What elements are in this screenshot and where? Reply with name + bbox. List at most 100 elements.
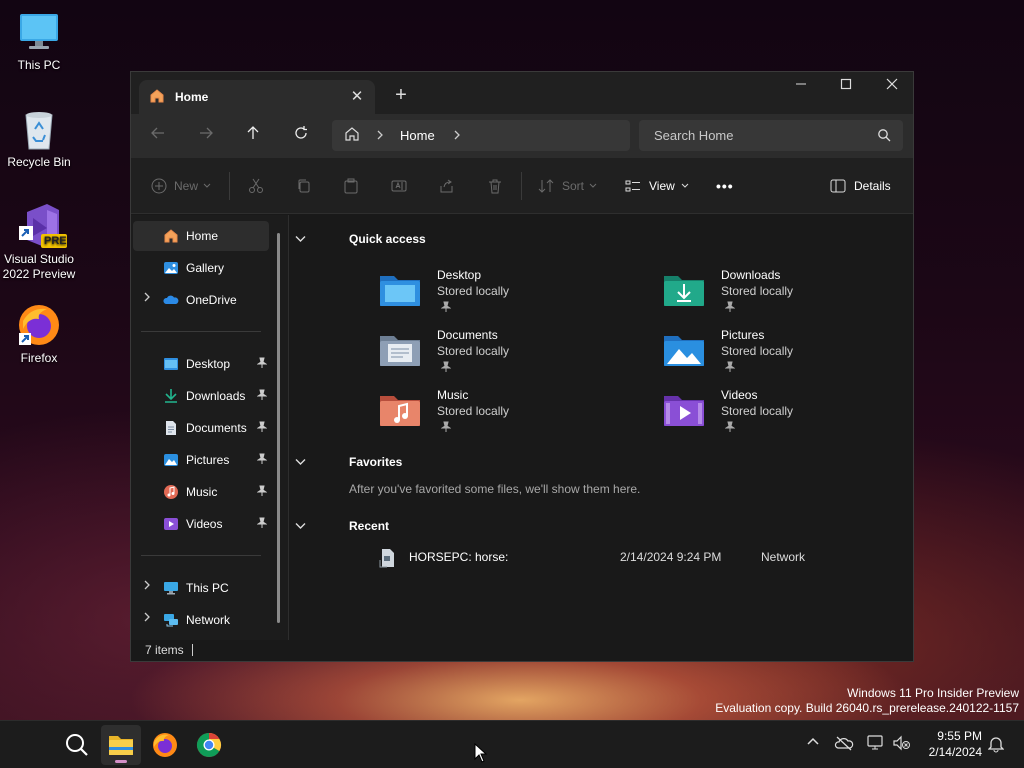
- breadcrumb-chevron-icon[interactable]: [453, 129, 461, 143]
- notifications-button[interactable]: [986, 735, 1006, 755]
- network-tray-button[interactable]: [866, 735, 886, 755]
- navigation-pane: Home Gallery OneDrive Desktop Downloads …: [131, 215, 289, 640]
- favorites-header[interactable]: Favorites: [295, 455, 402, 469]
- desktop-icon-visual-studio[interactable]: PRE Visual Studio 2022 Preview: [0, 204, 78, 282]
- separator: [229, 172, 230, 200]
- details-button[interactable]: Details: [830, 176, 891, 196]
- quick-access-desktop[interactable]: Desktop Stored locally: [379, 268, 639, 324]
- close-icon: [886, 78, 898, 90]
- sidebar-item-documents[interactable]: Documents: [133, 413, 269, 443]
- documents-folder-icon: [380, 336, 420, 366]
- tab-home[interactable]: Home ✕: [139, 80, 375, 114]
- sidebar-scrollbar[interactable]: [277, 233, 280, 623]
- tab-title: Home: [175, 90, 209, 104]
- collapse-chevron-icon[interactable]: [295, 232, 306, 246]
- refresh-icon: [295, 126, 307, 139]
- sidebar-item-label: Gallery: [186, 261, 225, 275]
- cut-button[interactable]: [248, 176, 264, 196]
- copy-button[interactable]: [296, 176, 312, 196]
- breadcrumb-chevron-icon[interactable]: [376, 129, 384, 143]
- quick-access-header[interactable]: Quick access: [295, 232, 426, 246]
- new-plus-icon: [151, 178, 167, 194]
- desktop-icon-this-pc[interactable]: This PC: [0, 10, 78, 73]
- firefox-icon: [17, 303, 61, 347]
- rename-button[interactable]: [391, 176, 407, 196]
- gallery-icon: [163, 260, 179, 276]
- sort-button[interactable]: Sort: [538, 176, 597, 196]
- sidebar-item-gallery[interactable]: Gallery: [133, 253, 269, 283]
- delete-button[interactable]: [487, 176, 503, 196]
- quick-access-videos[interactable]: Videos Stored locally: [663, 388, 923, 444]
- onedrive-tray-button[interactable]: [834, 735, 854, 755]
- sidebar-item-home[interactable]: Home: [133, 221, 269, 251]
- watermark-line-2: Evaluation copy. Build 26040.rs_prerelea…: [715, 701, 1019, 715]
- refresh-button[interactable]: [286, 122, 316, 150]
- search-box[interactable]: Search Home: [639, 120, 903, 151]
- sidebar-item-videos[interactable]: Videos: [133, 509, 269, 539]
- search-icon: [877, 128, 891, 145]
- minimize-button[interactable]: [778, 72, 824, 102]
- title-bar: Home ✕ +: [131, 72, 913, 114]
- table-row[interactable]: HORSEPC: horse: 2/14/2024 9:24 PM Networ…: [379, 548, 879, 572]
- quick-access-title: Quick access: [349, 232, 426, 246]
- quick-access-documents[interactable]: Documents Stored locally: [379, 328, 639, 384]
- address-bar[interactable]: Home: [332, 120, 630, 151]
- sidebar-item-label: Documents: [186, 421, 247, 435]
- sidebar-item-desktop[interactable]: Desktop: [133, 349, 269, 379]
- paste-button[interactable]: [343, 176, 359, 196]
- tab-close-button[interactable]: ✕: [347, 87, 367, 107]
- up-button[interactable]: [238, 122, 268, 150]
- recent-header[interactable]: Recent: [295, 519, 389, 533]
- close-button[interactable]: [869, 72, 915, 102]
- search-input[interactable]: Search Home: [654, 128, 733, 143]
- chevron-down-icon: [589, 183, 597, 188]
- recycle-bin-icon: [17, 107, 61, 151]
- taskbar-firefox-button[interactable]: [145, 725, 185, 765]
- divider: [141, 555, 261, 556]
- new-button[interactable]: New: [151, 176, 211, 196]
- taskbar-clock[interactable]: 9:55 PM 2/14/2024: [929, 728, 982, 760]
- taskbar-file-explorer-button[interactable]: [101, 725, 141, 765]
- forward-button[interactable]: [191, 122, 221, 150]
- quick-access-pictures[interactable]: Pictures Stored locally: [663, 328, 923, 384]
- show-hidden-icons-button[interactable]: [803, 735, 823, 755]
- taskbar-search-button[interactable]: [57, 725, 97, 765]
- new-label: New: [174, 179, 199, 193]
- downloads-folder-icon: [163, 388, 179, 404]
- breadcrumb-home[interactable]: Home: [400, 128, 435, 143]
- taskbar-chrome-button[interactable]: [189, 725, 229, 765]
- command-bar: New Sort View ••• Details: [131, 158, 913, 214]
- sidebar-item-downloads[interactable]: Downloads: [133, 381, 269, 411]
- desktop-icon-label: Visual Studio 2022 Preview: [2, 252, 76, 281]
- qa-item-status: Stored locally: [721, 284, 794, 298]
- sidebar-item-onedrive[interactable]: OneDrive: [133, 285, 269, 315]
- network-drive-icon: [379, 548, 395, 571]
- expand-chevron-icon[interactable]: [143, 612, 151, 625]
- desktop-folder-icon: [163, 356, 179, 372]
- back-button[interactable]: [143, 122, 173, 150]
- collapse-chevron-icon[interactable]: [295, 455, 306, 469]
- view-button[interactable]: View: [625, 176, 689, 196]
- clock-time: 9:55 PM: [937, 729, 982, 743]
- share-button[interactable]: [439, 176, 455, 196]
- sidebar-item-pictures[interactable]: Pictures: [133, 445, 269, 475]
- qa-item-name: Desktop: [437, 268, 482, 282]
- expand-chevron-icon[interactable]: [143, 292, 151, 305]
- more-options-button[interactable]: •••: [716, 176, 734, 196]
- desktop-icon-firefox[interactable]: Firefox: [0, 303, 78, 366]
- volume-tray-button[interactable]: [892, 735, 912, 755]
- sidebar-item-music[interactable]: Music: [133, 477, 269, 507]
- maximize-button[interactable]: [823, 72, 869, 102]
- quick-access-downloads[interactable]: Downloads Stored locally: [663, 268, 923, 324]
- downloads-folder-icon: [664, 276, 704, 306]
- sidebar-item-network[interactable]: Network: [133, 605, 269, 635]
- sidebar-item-this-pc[interactable]: This PC: [133, 573, 269, 603]
- new-tab-button[interactable]: +: [389, 84, 413, 108]
- clock-date: 2/14/2024: [928, 745, 982, 759]
- pin-icon: [440, 301, 452, 316]
- separator: [521, 172, 522, 200]
- desktop-icon-recycle-bin[interactable]: Recycle Bin: [0, 107, 78, 170]
- quick-access-music[interactable]: Music Stored locally: [379, 388, 639, 444]
- expand-chevron-icon[interactable]: [143, 580, 151, 593]
- collapse-chevron-icon[interactable]: [295, 519, 306, 533]
